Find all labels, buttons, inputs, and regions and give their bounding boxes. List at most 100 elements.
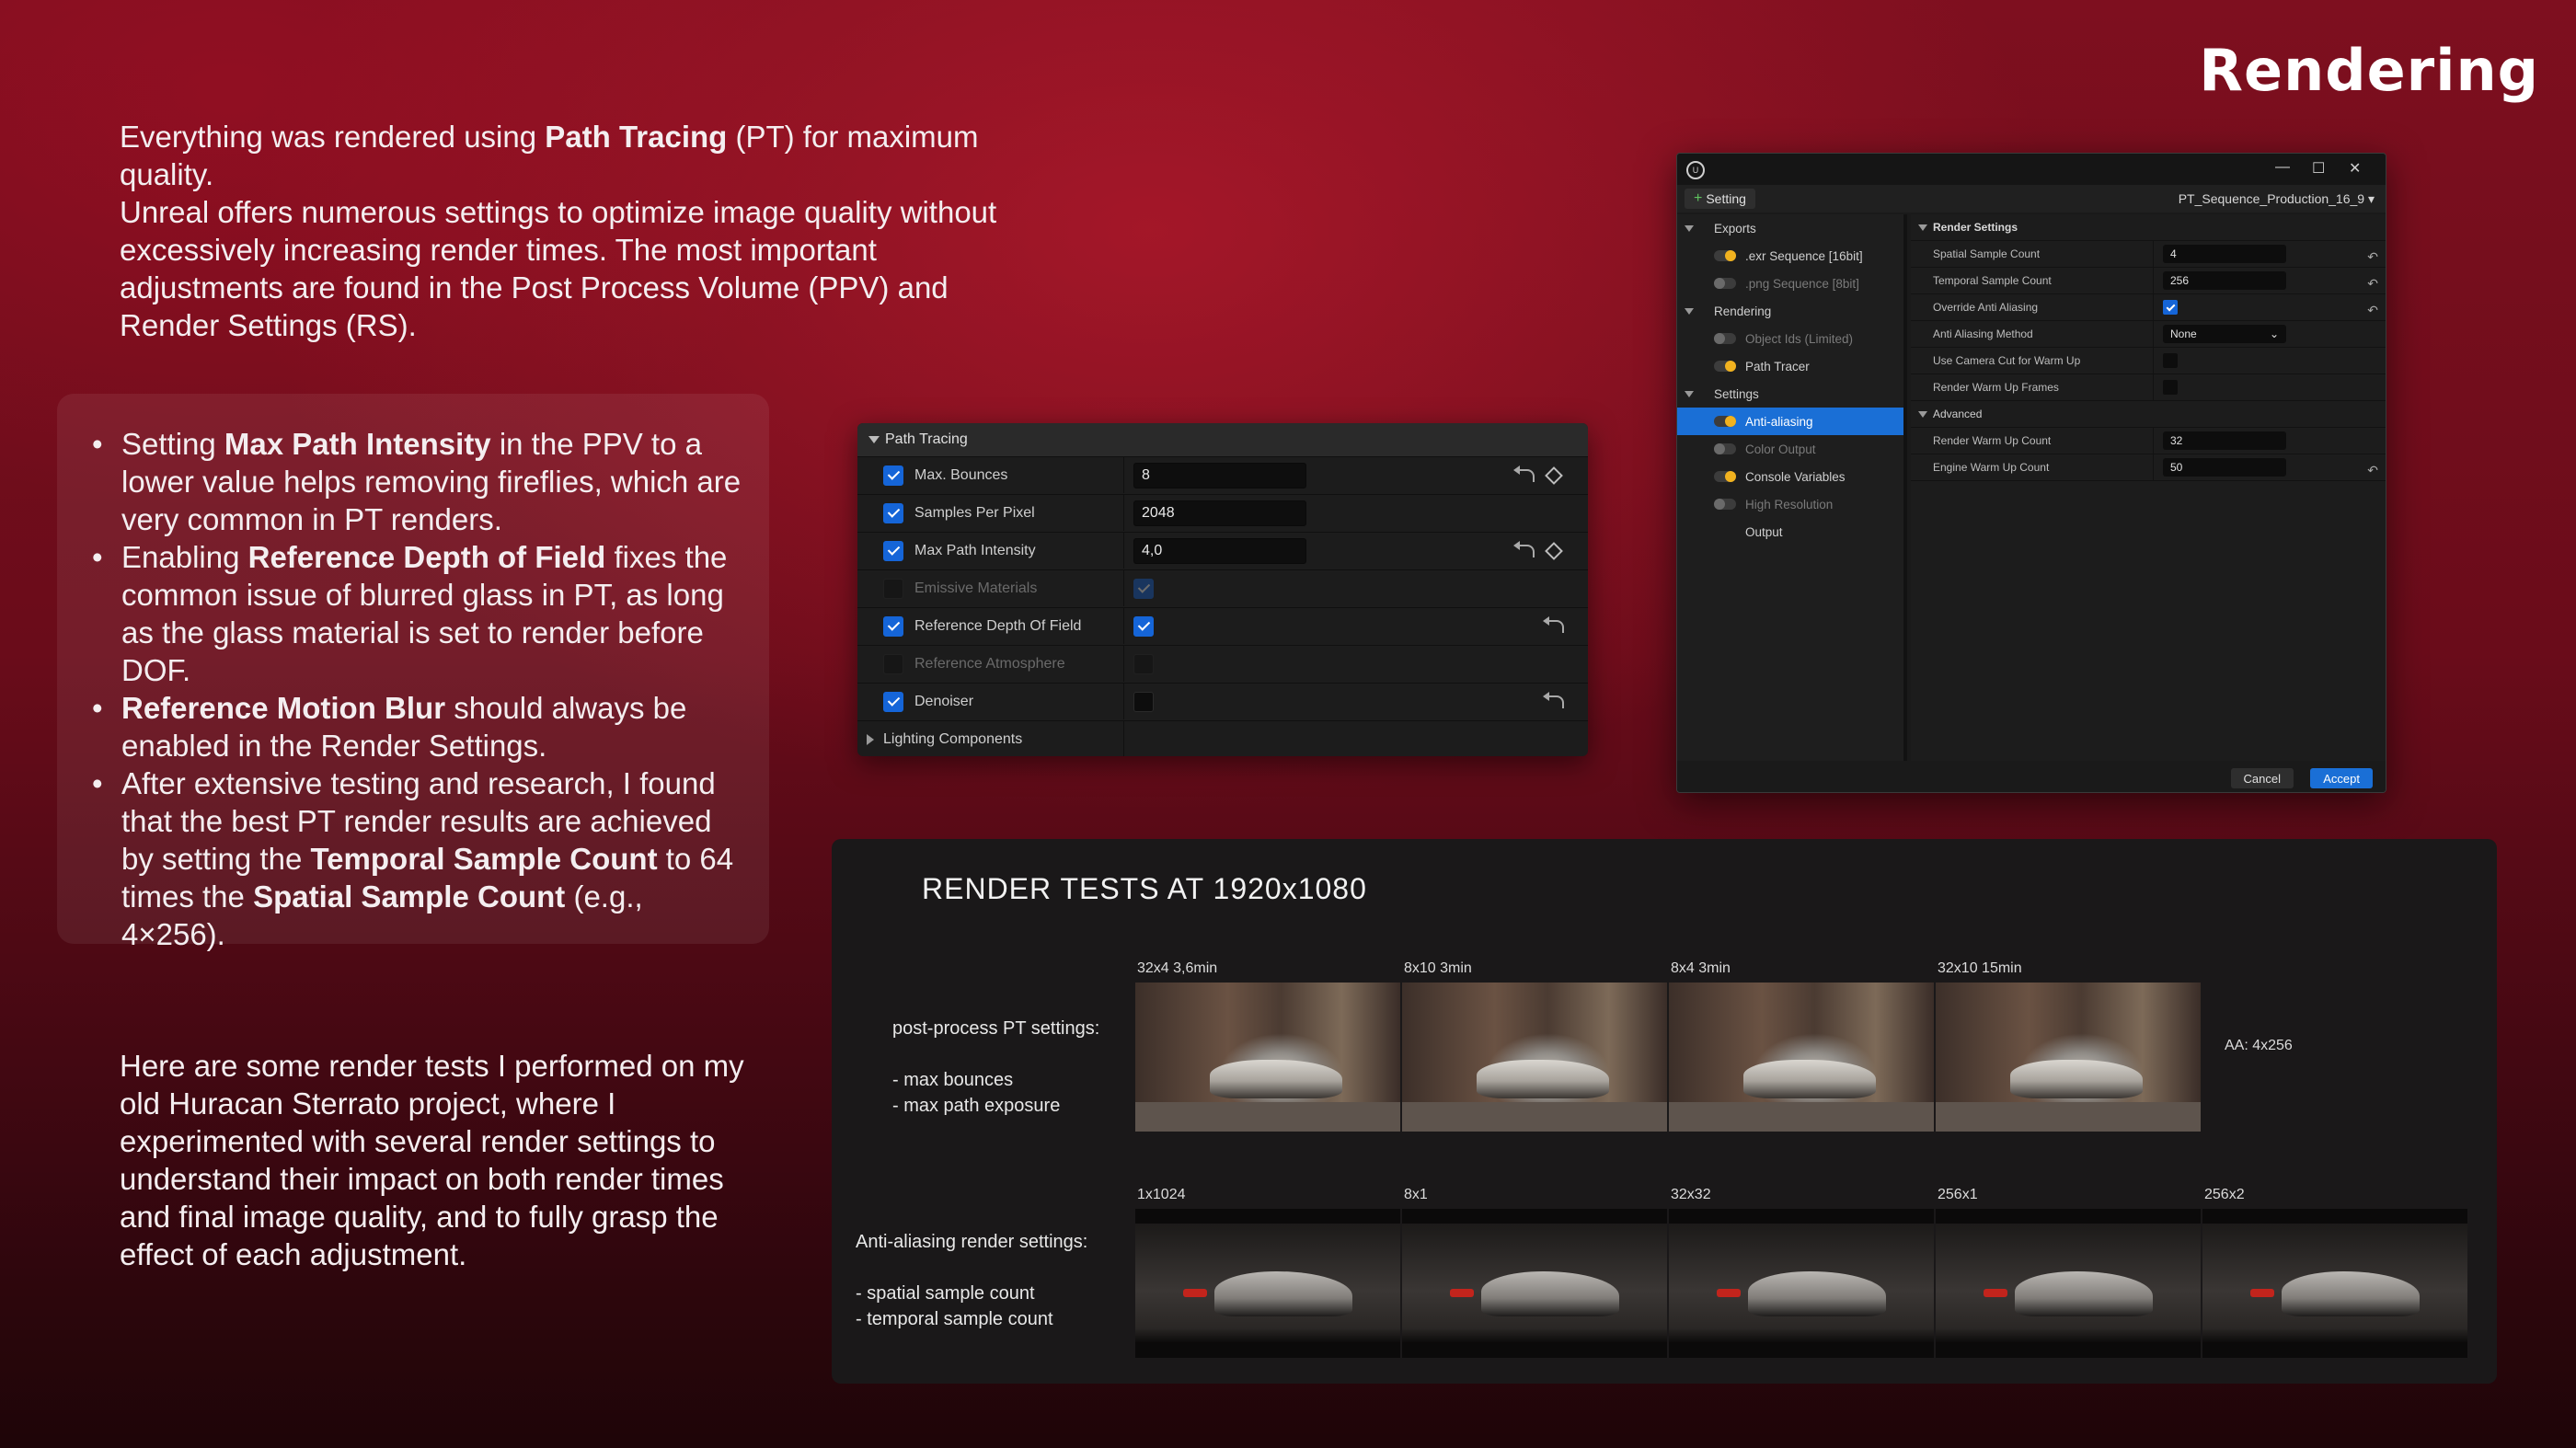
toggle-switch[interactable] [1714,361,1736,372]
thumb-caption: 256x1 [1938,1187,1978,1202]
collapse-arrow-icon[interactable] [1685,391,1694,397]
reset-icon[interactable]: ↶ [2367,303,2378,318]
tree-item-color-output[interactable]: Color Output [1677,435,1903,463]
rs-row-render-warm-up-frames: Render Warm Up Frames [1911,374,2386,401]
bullet-item: Setting Max Path Intensity in the PPV to… [83,425,745,538]
tree-item-anti-aliasing[interactable]: Anti-aliasing [1677,408,1903,435]
toggle-switch[interactable] [1714,250,1736,261]
max-bounces-input[interactable]: 8 [1133,462,1306,488]
max-path-intensity-input[interactable]: 4,0 [1133,537,1306,564]
add-setting-button[interactable]: + Setting [1685,189,1755,209]
anti-aliasing-method-select[interactable]: None ⌄ [2163,325,2286,343]
advanced-header[interactable]: Advanced [1911,401,2386,428]
reference-dof-checkbox[interactable] [1133,615,1154,637]
reset-icon[interactable]: ↶ [2367,249,2378,265]
reference-atmosphere-checkbox[interactable] [1133,653,1154,674]
add-setting-label: Setting [1706,191,1746,206]
thumb-caption: 8x1 [1404,1187,1428,1202]
bullet-bold: Reference Motion Blur [121,691,446,725]
temporal-sample-count-input[interactable]: 256 [2163,271,2286,290]
expand-arrow-icon[interactable] [867,733,874,745]
tree-item-settings[interactable]: Settings [1677,380,1903,408]
tree-item-rendering[interactable]: Rendering [1677,297,1903,325]
collapse-arrow-icon[interactable] [1918,411,1927,418]
path-tracing-panel: Path Tracing Max. Bounces 8 Samples Per … [857,423,1588,756]
reference-dof-override-checkbox[interactable] [883,615,903,637]
tree-item-png-sequence[interactable]: .png Sequence [8bit] [1677,270,1903,297]
pp-label-line: - max bounces [892,1070,1014,1090]
reset-icon[interactable]: ↶ [2367,463,2378,478]
pp-label-line: - max path exposure [892,1096,1061,1116]
thumb-caption: 8x10 3min [1404,960,1472,976]
path-tracing-header[interactable]: Path Tracing [857,423,1588,456]
render-tests-title: RENDER TESTS AT 1920x1080 [922,872,1367,905]
thumb-caption: 256x2 [2204,1187,2245,1202]
tree-item-exports[interactable]: Exports [1677,214,1903,242]
max-bounces-checkbox[interactable] [883,465,903,486]
tree-item-high-resolution[interactable]: High Resolution [1677,490,1903,518]
collapse-arrow-icon[interactable] [1685,308,1694,315]
tree-item-label: Object Ids (Limited) [1745,331,1854,346]
aa-label-line: - temporal sample count [856,1309,1053,1329]
collapse-arrow-icon[interactable] [1918,224,1927,231]
keyframe-icon[interactable] [1545,466,1563,485]
pt-row-denoiser: Denoiser [857,683,1588,719]
pt-row-label: Lighting Components [883,730,1023,747]
close-icon[interactable]: ✕ [2349,159,2361,178]
reset-icon[interactable] [1513,465,1535,482]
samples-per-pixel-input[interactable]: 2048 [1133,500,1306,526]
rs-label: Temporal Sample Count [1911,268,2154,293]
accept-button[interactable]: Accept [2310,768,2373,788]
tree-item-label: Console Variables [1745,469,1846,484]
toggle-switch[interactable] [1714,333,1736,344]
tree-item-exr-sequence[interactable]: .exr Sequence [16bit] [1677,242,1903,270]
pt-row-samples-per-pixel: Samples Per Pixel 2048 [857,494,1588,531]
denoiser-override-checkbox[interactable] [883,691,903,712]
reset-icon[interactable]: ↶ [2367,276,2378,292]
checkmark-icon [887,694,900,707]
checkmark-icon [887,505,900,518]
collapse-arrow-icon[interactable] [1685,225,1694,232]
tree-item-label: Anti-aliasing [1745,414,1813,429]
samples-per-pixel-checkbox[interactable] [883,502,903,523]
reset-icon[interactable] [1513,541,1535,557]
denoiser-checkbox[interactable] [1133,691,1154,712]
toggle-switch[interactable] [1714,499,1736,510]
tree-item-console-variables[interactable]: Console Variables [1677,463,1903,490]
maximize-icon[interactable]: ☐ [2312,159,2325,178]
reset-icon[interactable] [1543,616,1564,633]
toggle-switch[interactable] [1714,278,1736,289]
preset-dropdown[interactable]: PT_Sequence_Production_16_9 ▾ [2179,191,2375,207]
tree-item-label: .exr Sequence [16bit] [1745,248,1863,263]
render-thumbnail [1669,983,1934,1132]
max-path-intensity-checkbox[interactable] [883,540,903,561]
emissive-materials-checkbox[interactable] [1133,578,1154,599]
toggle-switch[interactable] [1714,416,1736,427]
rs-row-camera-cut-warm-up: Use Camera Cut for Warm Up [1911,348,2386,374]
spatial-sample-count-input[interactable]: 4 [2163,245,2286,263]
thumb-caption: 32x4 3,6min [1137,960,1218,976]
tree-item-path-tracer[interactable]: Path Tracer [1677,352,1903,380]
reset-icon[interactable] [1543,692,1564,708]
tree-item-object-ids[interactable]: Object Ids (Limited) [1677,325,1903,352]
render-warm-up-count-input[interactable]: 32 [2163,431,2286,450]
render-settings-header[interactable]: Render Settings [1911,214,2386,241]
toggle-switch[interactable] [1714,471,1736,482]
tree-item-output[interactable]: Output [1677,518,1903,546]
engine-warm-up-count-input[interactable]: 50 [2163,458,2286,477]
reference-atmosphere-override-checkbox[interactable] [883,653,903,674]
camera-cut-warm-up-checkbox[interactable] [2163,353,2178,368]
keyframe-icon[interactable] [1545,542,1563,560]
tree-item-label: Output [1745,524,1783,539]
render-warm-up-frames-checkbox[interactable] [2163,380,2178,395]
minimize-icon[interactable]: — [2275,159,2290,176]
pt-row-lighting-components[interactable]: Lighting Components [857,720,1588,756]
override-anti-aliasing-checkbox[interactable] [2163,300,2178,315]
toggle-switch[interactable] [1714,443,1736,454]
render-thumbnail [1936,1209,2201,1358]
collapse-arrow-icon[interactable] [868,436,880,443]
tree-item-label: .png Sequence [8bit] [1745,276,1859,291]
cancel-button[interactable]: Cancel [2230,768,2294,788]
emissive-materials-override-checkbox[interactable] [883,578,903,599]
render-thumbnail [1135,1209,1400,1358]
